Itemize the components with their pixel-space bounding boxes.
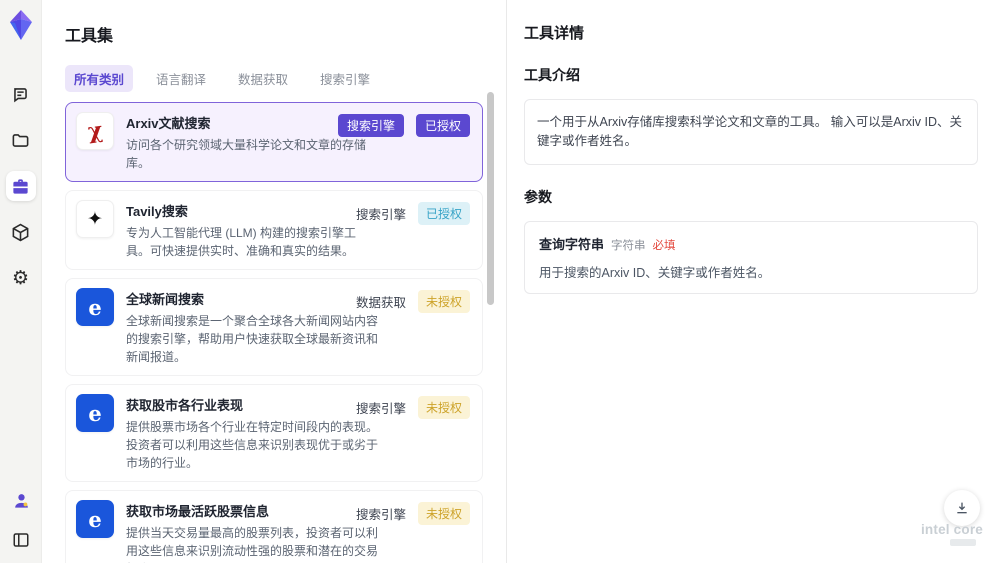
status-badge: 已授权: [417, 202, 470, 225]
tools-panel-title: 工具集: [65, 28, 114, 45]
tab-language-translation[interactable]: 语言翻译: [147, 65, 215, 92]
param-type: 字符串: [611, 239, 646, 252]
tool-badges: 搜索引擎 已授权: [337, 114, 470, 137]
status-badge: 未授权: [417, 502, 470, 525]
sidebar-nav: ⚙: [5, 79, 36, 293]
intel-core-badge: intel core: [916, 522, 988, 546]
intro-heading: 工具介绍: [524, 67, 580, 83]
tool-row-global-news[interactable]: e 全球新闻搜索 全球新闻搜索是一个聚合全球各大新闻网站内容的搜索引擎，帮助用户…: [65, 278, 483, 376]
intel-core-logo-text: intel core: [920, 522, 984, 537]
panel-icon: [13, 533, 29, 547]
details-title: 工具详情: [524, 25, 585, 42]
finance-blue-icon: e: [76, 394, 114, 432]
category-label: 搜索引擎: [355, 402, 406, 416]
tool-description: 提供当天交易量最高的股票列表，投资者可以利用这些信息来识别流动性强的股票和潜在的…: [126, 526, 379, 563]
account-button[interactable]: [6, 485, 36, 515]
intel-core-sub-mark: [950, 539, 976, 546]
tool-badges: 搜索引擎 未授权: [356, 396, 470, 419]
download-button[interactable]: [944, 490, 980, 526]
news-blue-icon: e: [76, 288, 114, 326]
tab-data-acquisition[interactable]: 数据获取: [229, 65, 297, 92]
sidebar-bottom: [0, 485, 42, 555]
tool-details-panel: 工具详情 工具介绍 一个用于从Arxiv存储库搜索科学论文和文章的工具。 输入可…: [508, 0, 1000, 563]
chat-icon: [14, 87, 27, 102]
tool-row-active-stocks[interactable]: e 获取市场最活跃股票信息 提供当天交易量最高的股票列表，投资者可以利用这些信息…: [65, 490, 483, 563]
finance-blue-icon: e: [76, 500, 114, 538]
tool-description: 全球新闻搜索是一个聚合全球各大新闻网站内容的搜索引擎，帮助用户快速获取全球最新资…: [126, 314, 379, 364]
intro-card: 一个用于从Arxiv存储库搜索科学论文和文章的工具。 输入可以是Arxiv ID…: [524, 99, 978, 165]
param-description: 用于搜索的Arxiv ID、关键字或作者姓名。: [539, 265, 771, 280]
app-window: ⚙ 工具集 所有类别 语言翻译 数据获取 搜索引擎 χ Arxiv文献搜索 访问…: [0, 0, 1000, 563]
briefcase-icon: [13, 178, 28, 194]
tab-all-categories[interactable]: 所有类别: [65, 65, 134, 92]
status-badge: 已授权: [415, 114, 470, 137]
params-heading: 参数: [524, 188, 552, 205]
tool-badges: 数据获取 未授权: [356, 290, 470, 313]
tools-panel: 工具集 所有类别 语言翻译 数据获取 搜索引擎 χ Arxiv文献搜索 访问各个…: [42, 0, 507, 563]
tool-row-sector-performance[interactable]: e 获取股市各行业表现 提供股票市场各个行业在特定时间段内的表现。投资者可以利用…: [65, 384, 483, 482]
left-sidebar: ⚙: [0, 0, 42, 563]
category-label: 搜索引擎: [355, 508, 406, 522]
sidebar-item-settings[interactable]: ⚙: [6, 263, 36, 293]
arxiv-icon: χ: [76, 112, 114, 150]
category-badge: 搜索引擎: [337, 114, 404, 137]
person-icon: [14, 493, 28, 508]
param-name: 查询字符串: [539, 236, 605, 252]
folder-icon: [12, 133, 29, 147]
cube-icon: [12, 223, 29, 241]
collapse-panel-button[interactable]: [6, 525, 36, 555]
sidebar-item-models[interactable]: [6, 217, 36, 247]
tool-badges: 搜索引擎 已授权: [356, 202, 470, 225]
list-scrollbar[interactable]: [487, 92, 494, 305]
intro-text: 一个用于从Arxiv存储库搜索科学论文和文章的工具。 输入可以是Arxiv ID…: [537, 115, 963, 148]
param-card: 查询字符串 字符串 必填 用于搜索的Arxiv ID、关键字或作者姓名。: [524, 220, 978, 294]
app-logo-diamond-icon: [9, 10, 32, 40]
tavily-star-icon: ✦: [76, 200, 114, 238]
sidebar-item-tools[interactable]: [5, 171, 36, 201]
tool-row-arxiv[interactable]: χ Arxiv文献搜索 访问各个研究领域大量科学论文和文章的存储库。 搜索引擎 …: [65, 102, 483, 182]
tool-list: χ Arxiv文献搜索 访问各个研究领域大量科学论文和文章的存储库。 搜索引擎 …: [65, 102, 483, 563]
sidebar-item-files[interactable]: [6, 125, 36, 155]
status-badge: 未授权: [417, 396, 470, 419]
status-badge: 未授权: [417, 290, 470, 313]
tool-description: 访问各个研究领域大量科学论文和文章的存储库。: [126, 138, 367, 170]
param-header: 查询字符串 字符串 必填: [539, 234, 963, 253]
tool-row-tavily[interactable]: ✦ Tavily搜索 专为人工智能代理 (LLM) 构建的搜索引擎工具。可快速提…: [65, 190, 483, 270]
download-icon: [957, 502, 967, 514]
tab-search-engine[interactable]: 搜索引擎: [311, 65, 379, 92]
param-required-flag: 必填: [652, 239, 676, 252]
category-label: 数据获取: [355, 296, 406, 310]
tool-description: 提供股票市场各个行业在特定时间段内的表现。投资者可以利用这些信息来识别表现优于或…: [126, 420, 379, 470]
tool-description: 专为人工智能代理 (LLM) 构建的搜索引擎工具。可快速提供实时、准确和真实的结…: [126, 226, 357, 258]
category-tabs: 所有类别 语言翻译 数据获取 搜索引擎: [65, 65, 486, 92]
category-label: 搜索引擎: [355, 208, 406, 222]
tool-badges: 搜索引擎 未授权: [356, 502, 470, 525]
sidebar-item-chat[interactable]: [6, 79, 36, 109]
gear-icon: ⚙: [11, 267, 30, 289]
